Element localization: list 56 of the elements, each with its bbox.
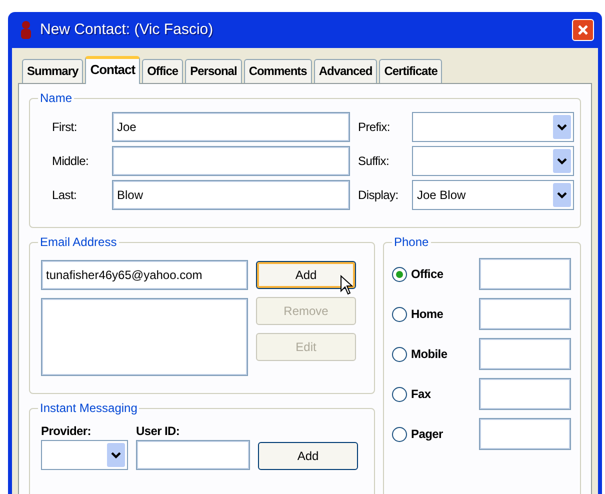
im-add-button[interactable]: Add	[258, 442, 358, 470]
dropdown[interactable]	[412, 112, 574, 142]
email-add-button[interactable]: Add	[256, 261, 356, 289]
group-title: Name	[39, 92, 74, 104]
tab[interactable]: Summary	[22, 59, 84, 83]
tab[interactable]: Personal	[185, 59, 242, 83]
tab[interactable]: Office	[142, 59, 184, 83]
radio-label: Pager	[411, 426, 444, 443]
email-field[interactable]: tunafisher46y65@yahoo.com	[41, 260, 248, 290]
field-label: Provider:	[41, 423, 92, 440]
group-title: Email Address	[39, 236, 118, 248]
radio-button[interactable]	[392, 306, 407, 322]
dropdown-value: Joe Blow	[417, 187, 466, 204]
text-field[interactable]	[112, 146, 350, 176]
caret-icon	[111, 452, 121, 458]
field-label: User ID:	[136, 423, 181, 440]
phone-field[interactable]	[479, 258, 571, 290]
dropdown[interactable]	[412, 146, 574, 176]
caret-icon	[557, 158, 567, 164]
group-title: Phone	[393, 236, 430, 248]
tab[interactable]: Advanced	[314, 59, 378, 83]
radio-button[interactable]	[392, 346, 407, 362]
radio-label: Mobile	[411, 346, 448, 363]
phone-field[interactable]	[479, 298, 571, 330]
dropdown[interactable]	[41, 440, 128, 470]
caret-icon	[557, 124, 567, 130]
radio-button[interactable]	[392, 426, 407, 442]
radio-label: Home	[411, 306, 444, 323]
field-label: Display:	[358, 187, 400, 204]
phone-field[interactable]	[479, 338, 571, 370]
field-label: Prefix:	[358, 119, 391, 136]
caret-icon	[557, 192, 567, 198]
field-label: Suffix:	[358, 153, 390, 170]
email-list[interactable]	[41, 298, 248, 376]
window-title: New Contact: (Vic Fascio)	[40, 20, 214, 40]
field-label: Middle:	[52, 153, 90, 170]
radio-label: Fax	[411, 386, 432, 403]
mouse-pointer-icon	[340, 275, 353, 295]
field-label: Last:	[52, 187, 78, 204]
contact-icon	[20, 20, 32, 40]
phone-field[interactable]	[479, 418, 571, 450]
phone-field[interactable]	[479, 378, 571, 410]
close-button[interactable]	[572, 19, 594, 41]
tab[interactable]: Certificate	[379, 59, 442, 83]
radio-button[interactable]	[392, 386, 407, 402]
dropdown[interactable]: Joe Blow	[412, 180, 574, 210]
radio-label: Office	[411, 266, 444, 283]
field-label: First:	[52, 119, 78, 136]
tab[interactable]: Comments	[244, 59, 312, 83]
radio-button[interactable]	[392, 266, 407, 282]
close-icon	[577, 24, 589, 36]
tab[interactable]: Contact	[85, 56, 140, 84]
text-field[interactable]	[136, 440, 250, 470]
group-title: Instant Messaging	[39, 402, 138, 414]
text-field[interactable]: Blow	[112, 180, 350, 210]
text-field[interactable]: Joe	[112, 112, 350, 142]
